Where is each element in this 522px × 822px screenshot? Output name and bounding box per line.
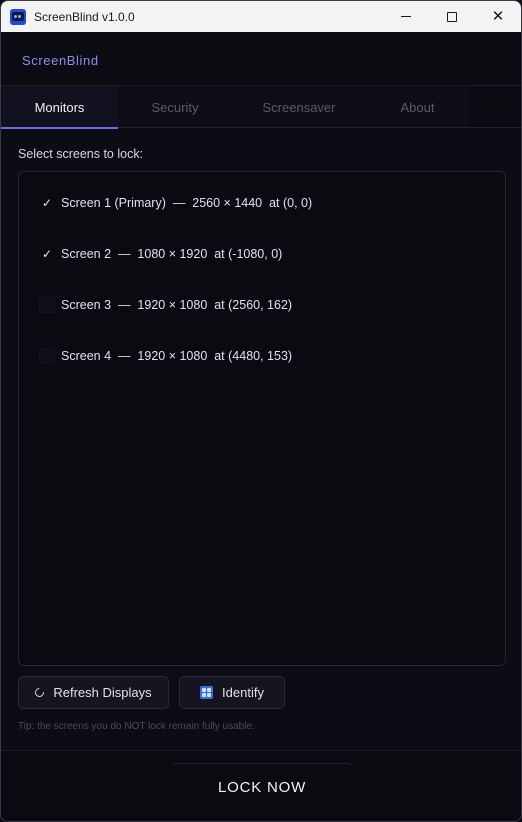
tab-label: Screensaver: [262, 99, 336, 115]
screen-label: Screen 4 — 1920 × 1080 at (4480, 153): [61, 349, 293, 363]
app-header: ScreenBlind: [1, 32, 521, 86]
section-label: Select screens to lock:: [18, 147, 144, 161]
check-icon[interactable]: ✓: [39, 246, 55, 262]
tip-text: Tip: the screens you do NOT lock remain …: [18, 721, 255, 732]
tab-label: About: [400, 99, 435, 115]
tab-bar: Monitors Security Screensaver About: [1, 86, 521, 129]
screen-list: ✓ Screen 1 (Primary) — 2560 × 1440 at (0…: [18, 171, 506, 666]
minimize-icon: [401, 16, 411, 17]
lock-now-button[interactable]: LOCK NOW: [172, 763, 352, 811]
title-bar[interactable]: ScreenBlind v1.0.0 ✕: [1, 1, 521, 32]
app-icon: [10, 8, 26, 25]
footer: LOCK NOW: [1, 750, 521, 821]
close-icon: ✕: [491, 7, 505, 25]
tab-monitors[interactable]: Monitors: [1, 86, 118, 129]
tab-security[interactable]: Security: [118, 86, 232, 128]
refresh-displays-button[interactable]: Refresh Displays: [18, 676, 169, 709]
refresh-label: Refresh Displays: [53, 685, 152, 700]
screen-item-3[interactable]: Screen 3 — 1920 × 1080 at (2560, 162): [19, 293, 505, 317]
refresh-icon: [33, 686, 47, 699]
close-button[interactable]: ✕: [475, 1, 521, 32]
maximize-button[interactable]: [429, 1, 475, 32]
identify-button[interactable]: Identify: [179, 676, 285, 709]
checkbox-unchecked[interactable]: [39, 297, 55, 313]
checkbox-unchecked[interactable]: [39, 348, 55, 364]
screen-item-2[interactable]: ✓ Screen 2 — 1080 × 1920 at (-1080, 0): [19, 242, 505, 266]
screen-item-4[interactable]: Screen 4 — 1920 × 1080 at (4480, 153): [19, 344, 505, 368]
screen-label: Screen 2 — 1080 × 1920 at (-1080, 0): [61, 247, 283, 261]
brand-title: ScreenBlind: [22, 53, 99, 68]
identify-label: Identify: [222, 685, 264, 700]
tab-label: Security: [151, 99, 199, 115]
check-icon[interactable]: ✓: [39, 195, 55, 211]
app-window: ScreenBlind v1.0.0 ✕ ScreenBlind Monitor…: [0, 0, 522, 822]
screen-label: Screen 3 — 1920 × 1080 at (2560, 162): [61, 298, 293, 312]
screen-item-1[interactable]: ✓ Screen 1 (Primary) — 2560 × 1440 at (0…: [19, 191, 505, 215]
tab-about[interactable]: About: [366, 86, 469, 128]
identify-icon: [200, 686, 214, 699]
tab-label: Monitors: [34, 99, 85, 115]
minimize-button[interactable]: [383, 1, 429, 32]
tab-bar-filler: [469, 86, 521, 127]
window-title: ScreenBlind v1.0.0: [34, 9, 135, 24]
screen-label: Screen 1 (Primary) — 2560 × 1440 at (0, …: [61, 196, 313, 210]
window-controls: ✕: [383, 1, 521, 32]
tab-screensaver[interactable]: Screensaver: [232, 86, 366, 128]
maximize-icon: [447, 11, 457, 22]
